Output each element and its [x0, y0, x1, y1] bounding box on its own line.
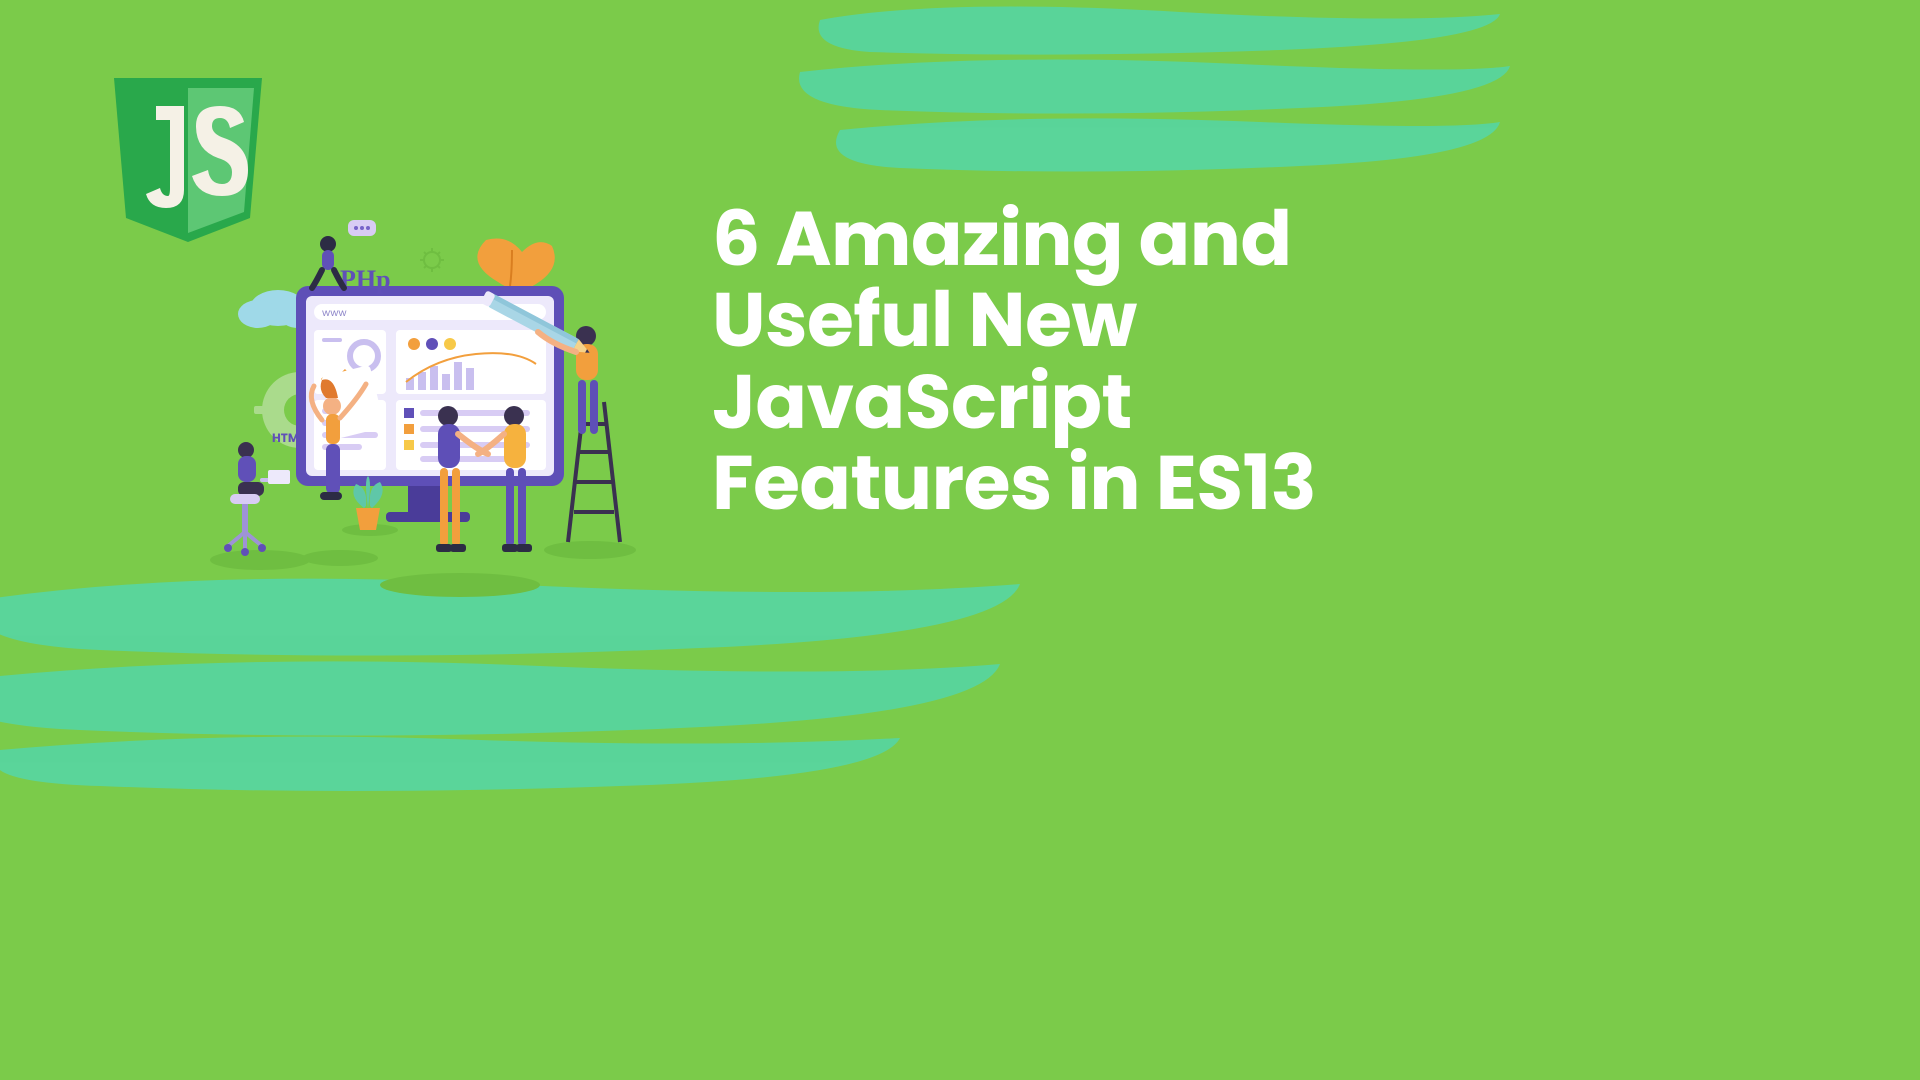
dev-illustration: HTML	[200, 220, 660, 600]
page-title: 6 Amazing and Useful New JavaScript Feat…	[712, 198, 1396, 523]
www-label: www	[322, 305, 347, 320]
php-label: PHp	[340, 265, 391, 294]
